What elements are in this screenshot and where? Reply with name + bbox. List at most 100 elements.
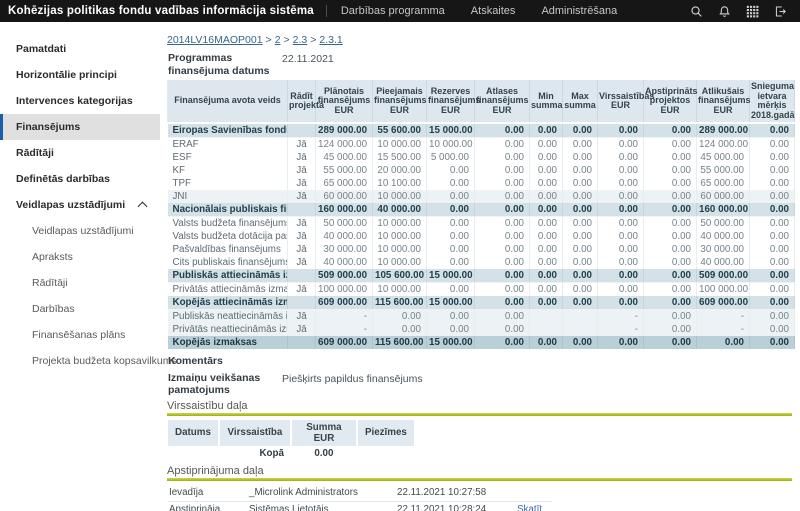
amount-cell: 0.00 [598,282,644,296]
amount-cell: 115 600.00 [373,336,427,349]
funding-source-cell: Nacionālais publiskais finansējums [168,203,288,217]
sidebar-item[interactable]: Intervences kategorijas [0,88,160,114]
finance-row: Eiropas Savienības fondu finansējums289 … [168,123,795,138]
amount-cell: 0.00 [644,243,697,256]
amount-cell: 160 000.00 [697,203,750,217]
amount-cell: 124 000.00 [697,137,750,151]
amount-cell: 0.00 [373,309,427,323]
sidebar-item[interactable]: Projekta budžeta kopsavilkums [0,348,160,374]
amount-cell: 0.00 [475,151,530,164]
amount-cell: 55 000.00 [697,164,750,177]
amount-cell: 0.00 [427,164,475,177]
sidebar-item[interactable]: Veidlapas uzstādījumi [0,192,160,218]
amount-cell: 0.00 [644,123,697,138]
approval-table: Ievadīja_Microlink Administrators22.11.2… [168,485,552,511]
amount-cell: 55 000.00 [316,164,373,177]
show-in-project-cell: Jā [288,190,316,203]
amount-cell [530,309,563,323]
breadcrumb-separator: > [310,34,316,46]
sidebar-item[interactable]: Veidlapas uzstādījumi [0,218,160,244]
main-content: 2014LV16MAOP001>2>2.3>2.3.1 Programmas f… [160,22,800,511]
amount-cell: 60 000.00 [697,190,750,203]
amount-cell: 0.00 [563,151,598,164]
sidebar-item-label: Horizontālie principi [16,69,117,81]
finance-row: TPFJā65 000.0010 100.000.000.000.000.000… [168,177,795,190]
amount-cell: 0.00 [750,123,795,138]
funding-source-cell: Kopējās izmaksas [168,336,288,349]
amount-cell: 0.00 [563,243,598,256]
section-rule [167,413,792,416]
finance-column-header: Min summa [530,80,563,123]
sidebar-item[interactable]: Horizontālie principi [0,62,160,88]
amount-cell: 0.00 [475,123,530,138]
app-switcher-icon[interactable] [745,4,760,19]
amount-cell: 0.00 [427,203,475,217]
amount-cell: 0.00 [563,203,598,217]
finance-column-header: Max summa [563,80,598,123]
sidebar-item[interactable]: Pamatdati [0,36,160,62]
amount-cell: 10 000.00 [373,137,427,151]
notifications-icon[interactable] [717,4,732,19]
sidebar-item[interactable]: Darbības [0,296,160,322]
amount-cell: 0.00 [750,309,795,323]
finance-column-header: Snieguma ietvara mērķis 2018.gadā [750,80,795,123]
show-in-project-cell: Jā [288,309,316,323]
amount-cell: 0.00 [427,309,475,323]
amount-cell: 0.00 [563,256,598,269]
sidebar-item[interactable]: Apraksts [0,244,160,270]
finance-row: Cits publiskais finansējumsJā40 000.0010… [168,256,795,269]
top-nav-item[interactable]: Administrēšana [541,5,617,17]
show-in-project-cell [288,336,316,349]
amount-cell: 0.00 [750,230,795,243]
finance-row: KFJā55 000.0020 000.000.000.000.000.000.… [168,164,795,177]
top-nav-item[interactable]: Darbības programma [341,5,445,17]
show-in-project-cell [288,203,316,217]
logout-icon[interactable] [773,4,788,19]
top-nav: Darbības programma Atskaites Administrēšan… [341,5,689,17]
amount-cell: 0.00 [598,243,644,256]
breadcrumb-link[interactable]: 2014LV16MAOP001 [167,34,263,46]
comment-label: Komentārs [168,355,282,368]
amount-cell: 0.00 [427,216,475,230]
app-title: Kohēzijas politikas fondu vadības inform… [8,5,314,17]
sidebar-item-label: Finansējums [16,121,80,133]
sidebar-item[interactable]: Finansēšanas plāns [0,322,160,348]
amount-cell: 0.00 [598,256,644,269]
finance-column-header: Pieejamais finansējums EUR [373,80,427,123]
sidebar-item[interactable]: Finansējums [0,114,160,140]
amount-cell: 0.00 [598,190,644,203]
approval-role-cell: Ievadīja [168,485,248,502]
amount-cell: 65 000.00 [316,177,373,190]
amount-cell: - [598,323,644,336]
program-date-row: Programmas finansējuma datums 22.11.2021 [168,52,792,77]
amount-cell: 0.00 [644,296,697,310]
approval-datetime-cell: 22.11.2021 10:27:58 [396,485,516,502]
breadcrumb-link[interactable]: 2.3 [293,34,308,46]
amount-cell: 40 000.00 [697,230,750,243]
approval-link-cell: Skatīt [516,501,552,511]
amount-cell: 0.00 [530,123,563,138]
amount-cell: 0.00 [563,269,598,283]
sidebar-item[interactable]: Definētās darbības [0,166,160,192]
sidebar-item-label: Projekta budžeta kopsavilkums [32,355,177,367]
amount-cell: 0.00 [644,309,697,323]
amount-cell: 0.00 [475,190,530,203]
finance-column-header: Apstiprināts projektos EUR [644,80,697,123]
amount-cell: 50 000.00 [316,216,373,230]
view-link[interactable]: Skatīt [517,504,542,511]
funding-source-cell: Valsts budžeta dotācija pašvaldībām [168,230,288,243]
amount-cell: 0.00 [530,151,563,164]
sidebar-item-label: Veidlapas uzstādījumi [32,225,134,237]
breadcrumb-link[interactable]: 2.3.1 [319,34,342,46]
funding-source-cell: Privātās attiecināmās izmaksas [168,282,288,296]
search-icon[interactable] [689,4,704,19]
amount-cell: 0.00 [427,177,475,190]
top-nav-item[interactable]: Atskaites [471,5,516,17]
sidebar-item[interactable]: Rādītāji [0,140,160,166]
amount-cell: 0.00 [373,323,427,336]
breadcrumb-link[interactable]: 2 [275,34,281,46]
amount-cell: 0.00 [427,282,475,296]
sidebar-item[interactable]: Rādītāji [0,270,160,296]
sidebar-item-label: Finansēšanas plāns [32,329,125,341]
amount-cell: 0.00 [475,230,530,243]
